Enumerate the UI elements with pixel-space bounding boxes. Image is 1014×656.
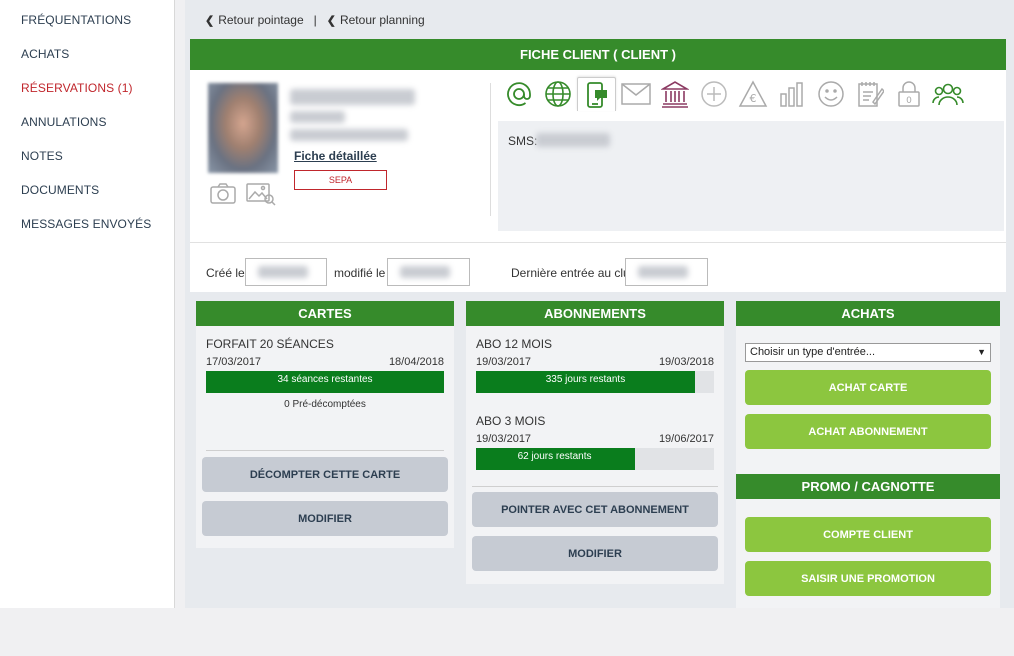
back-pointage-link[interactable]: ❮ Retour pointage [205,13,304,27]
sepa-button[interactable]: SEPA [294,170,387,190]
sidebar: FRÉQUENTATIONS ACHATS RÉSERVATIONS (1) A… [0,0,175,608]
last-entry-label: Dernière entrée au club [511,266,637,280]
sidebar-item-achats[interactable]: ACHATS [21,47,69,61]
achats-header: ACHATS [736,301,1000,326]
modified-label: modifié le [334,266,386,280]
vertical-divider [490,83,491,216]
bank-icon[interactable] [655,77,694,111]
entry-type-select-value: Choisir un type d'entrée... [750,346,876,358]
entry-type-select[interactable]: Choisir un type d'entrée... ▼ [745,343,991,362]
subscription-remaining-text: 62 jours restants [517,451,592,462]
contact-icon-bar: € 0 [499,77,967,111]
saisir-promotion-button[interactable]: SAISIR UNE PROMOTION [745,561,991,596]
created-date-redacted [258,266,308,278]
sms-number-redacted [536,133,610,147]
chevron-left-icon: ❮ [326,14,336,27]
euro-triangle-icon[interactable]: € [733,77,772,111]
client-card: FICHE CLIENT ( CLIENT ) Fiche détaillée … [190,39,1006,292]
compte-client-button[interactable]: COMPTE CLIENT [745,517,991,552]
sms-label: SMS: [508,134,538,148]
subscription-progress-bar: 335 jours restants [476,371,714,393]
card-progress-bar: 34 séances restantes [206,371,444,393]
chevron-left-icon: ❮ [205,14,215,27]
sidebar-item-frequentations[interactable]: FRÉQUENTATIONS [21,13,131,27]
back-pointage-label: Retour pointage [218,13,304,27]
created-date-field [245,258,327,286]
sidebar-item-messages-envoyes[interactable]: MESSAGES ENVOYÉS [21,217,151,231]
last-entry-field [625,258,708,286]
group-icon[interactable] [928,77,967,111]
card-title: FORFAIT 20 SÉANCES [206,337,334,351]
notepad-icon[interactable] [850,77,889,111]
precount-text: 0 Pré-décomptées [284,399,366,410]
subscription-progress-bar: 62 jours restants [476,448,714,470]
subscription-start-date: 19/03/2017 [476,433,532,445]
sidebar-item-notes[interactable]: NOTES [21,149,63,163]
card-remaining-text: 34 séances restantes [277,374,373,385]
at-icon[interactable] [499,77,538,111]
subscription-remaining-text: 335 jours restants [545,374,626,385]
client-name-redacted [290,89,415,105]
client-photo [208,83,278,173]
sms-panel: SMS: [498,121,1004,231]
achat-abonnement-button[interactable]: ACHAT ABONNEMENT [745,414,991,449]
client-dates-row: Créé le modifié le Dernière entrée au cl… [206,258,1006,288]
subscription-end-date: 19/03/2018 [658,356,714,368]
bar-chart-icon[interactable] [772,77,811,111]
achat-carte-button[interactable]: ACHAT CARTE [745,370,991,405]
promo-header: PROMO / CAGNOTTE [736,474,1000,499]
decompter-carte-button[interactable]: DÉCOMPTER CETTE CARTE [202,457,448,492]
abonnements-panel: ABONNEMENTS ABO 12 MOIS 19/03/2017 19/03… [466,301,724,584]
nav-separator: | [313,13,317,27]
sidebar-item-documents[interactable]: DOCUMENTS [21,183,99,197]
cartes-panel: CARTES FORFAIT 20 SÉANCES 17/03/2017 18/… [196,301,454,548]
mobile-sms-icon[interactable] [577,77,616,111]
subscription-start-date: 19/03/2017 [476,356,532,368]
globe-icon[interactable] [538,77,577,111]
client-info-redacted [290,111,345,123]
smiley-icon[interactable] [811,77,850,111]
plus-circle-icon[interactable] [694,77,733,111]
modified-date-redacted [400,266,450,278]
back-planning-label: Retour planning [339,13,425,27]
image-search-icon[interactable] [246,182,276,211]
created-label: Créé le [206,266,245,280]
card-start-date: 17/03/2017 [206,356,262,368]
lock-icon[interactable]: 0 [889,77,928,111]
card-end-date: 18/04/2018 [388,356,444,368]
last-entry-redacted [638,266,688,278]
subscription-title: ABO 12 MOIS [476,337,553,351]
cartes-header: CARTES [196,301,454,326]
subscription-title: ABO 3 MOIS [476,414,546,428]
pointer-abonnement-button[interactable]: POINTER AVEC CET ABONNEMENT [472,492,718,527]
page-footer-area [0,608,1014,656]
modified-date-field [387,258,470,286]
modifier-abonnement-button[interactable]: MODIFIER [472,536,718,571]
fiche-detaillee-link[interactable]: Fiche détaillée [294,149,377,163]
back-planning-link[interactable]: ❮ Retour planning [327,13,425,27]
top-navigation: ❮ Retour pointage | ❮ Retour planning [205,13,425,27]
camera-icon[interactable] [210,182,236,209]
client-card-title: FICHE CLIENT ( CLIENT ) [190,39,1006,70]
svg-text:0: 0 [906,96,912,106]
subscription-end-date: 19/06/2017 [658,433,714,445]
divider [206,450,444,451]
client-info-redacted [290,129,408,141]
chevron-down-icon: ▼ [977,347,986,357]
abonnements-header: ABONNEMENTS [466,301,724,326]
modifier-carte-button[interactable]: MODIFIER [202,501,448,536]
sidebar-item-reservations[interactable]: RÉSERVATIONS (1) [21,81,133,95]
horizontal-divider [190,242,1006,243]
divider [472,486,718,487]
svg-text:€: € [749,92,756,105]
envelope-icon[interactable] [616,77,655,111]
sidebar-item-annulations[interactable]: ANNULATIONS [21,115,107,129]
